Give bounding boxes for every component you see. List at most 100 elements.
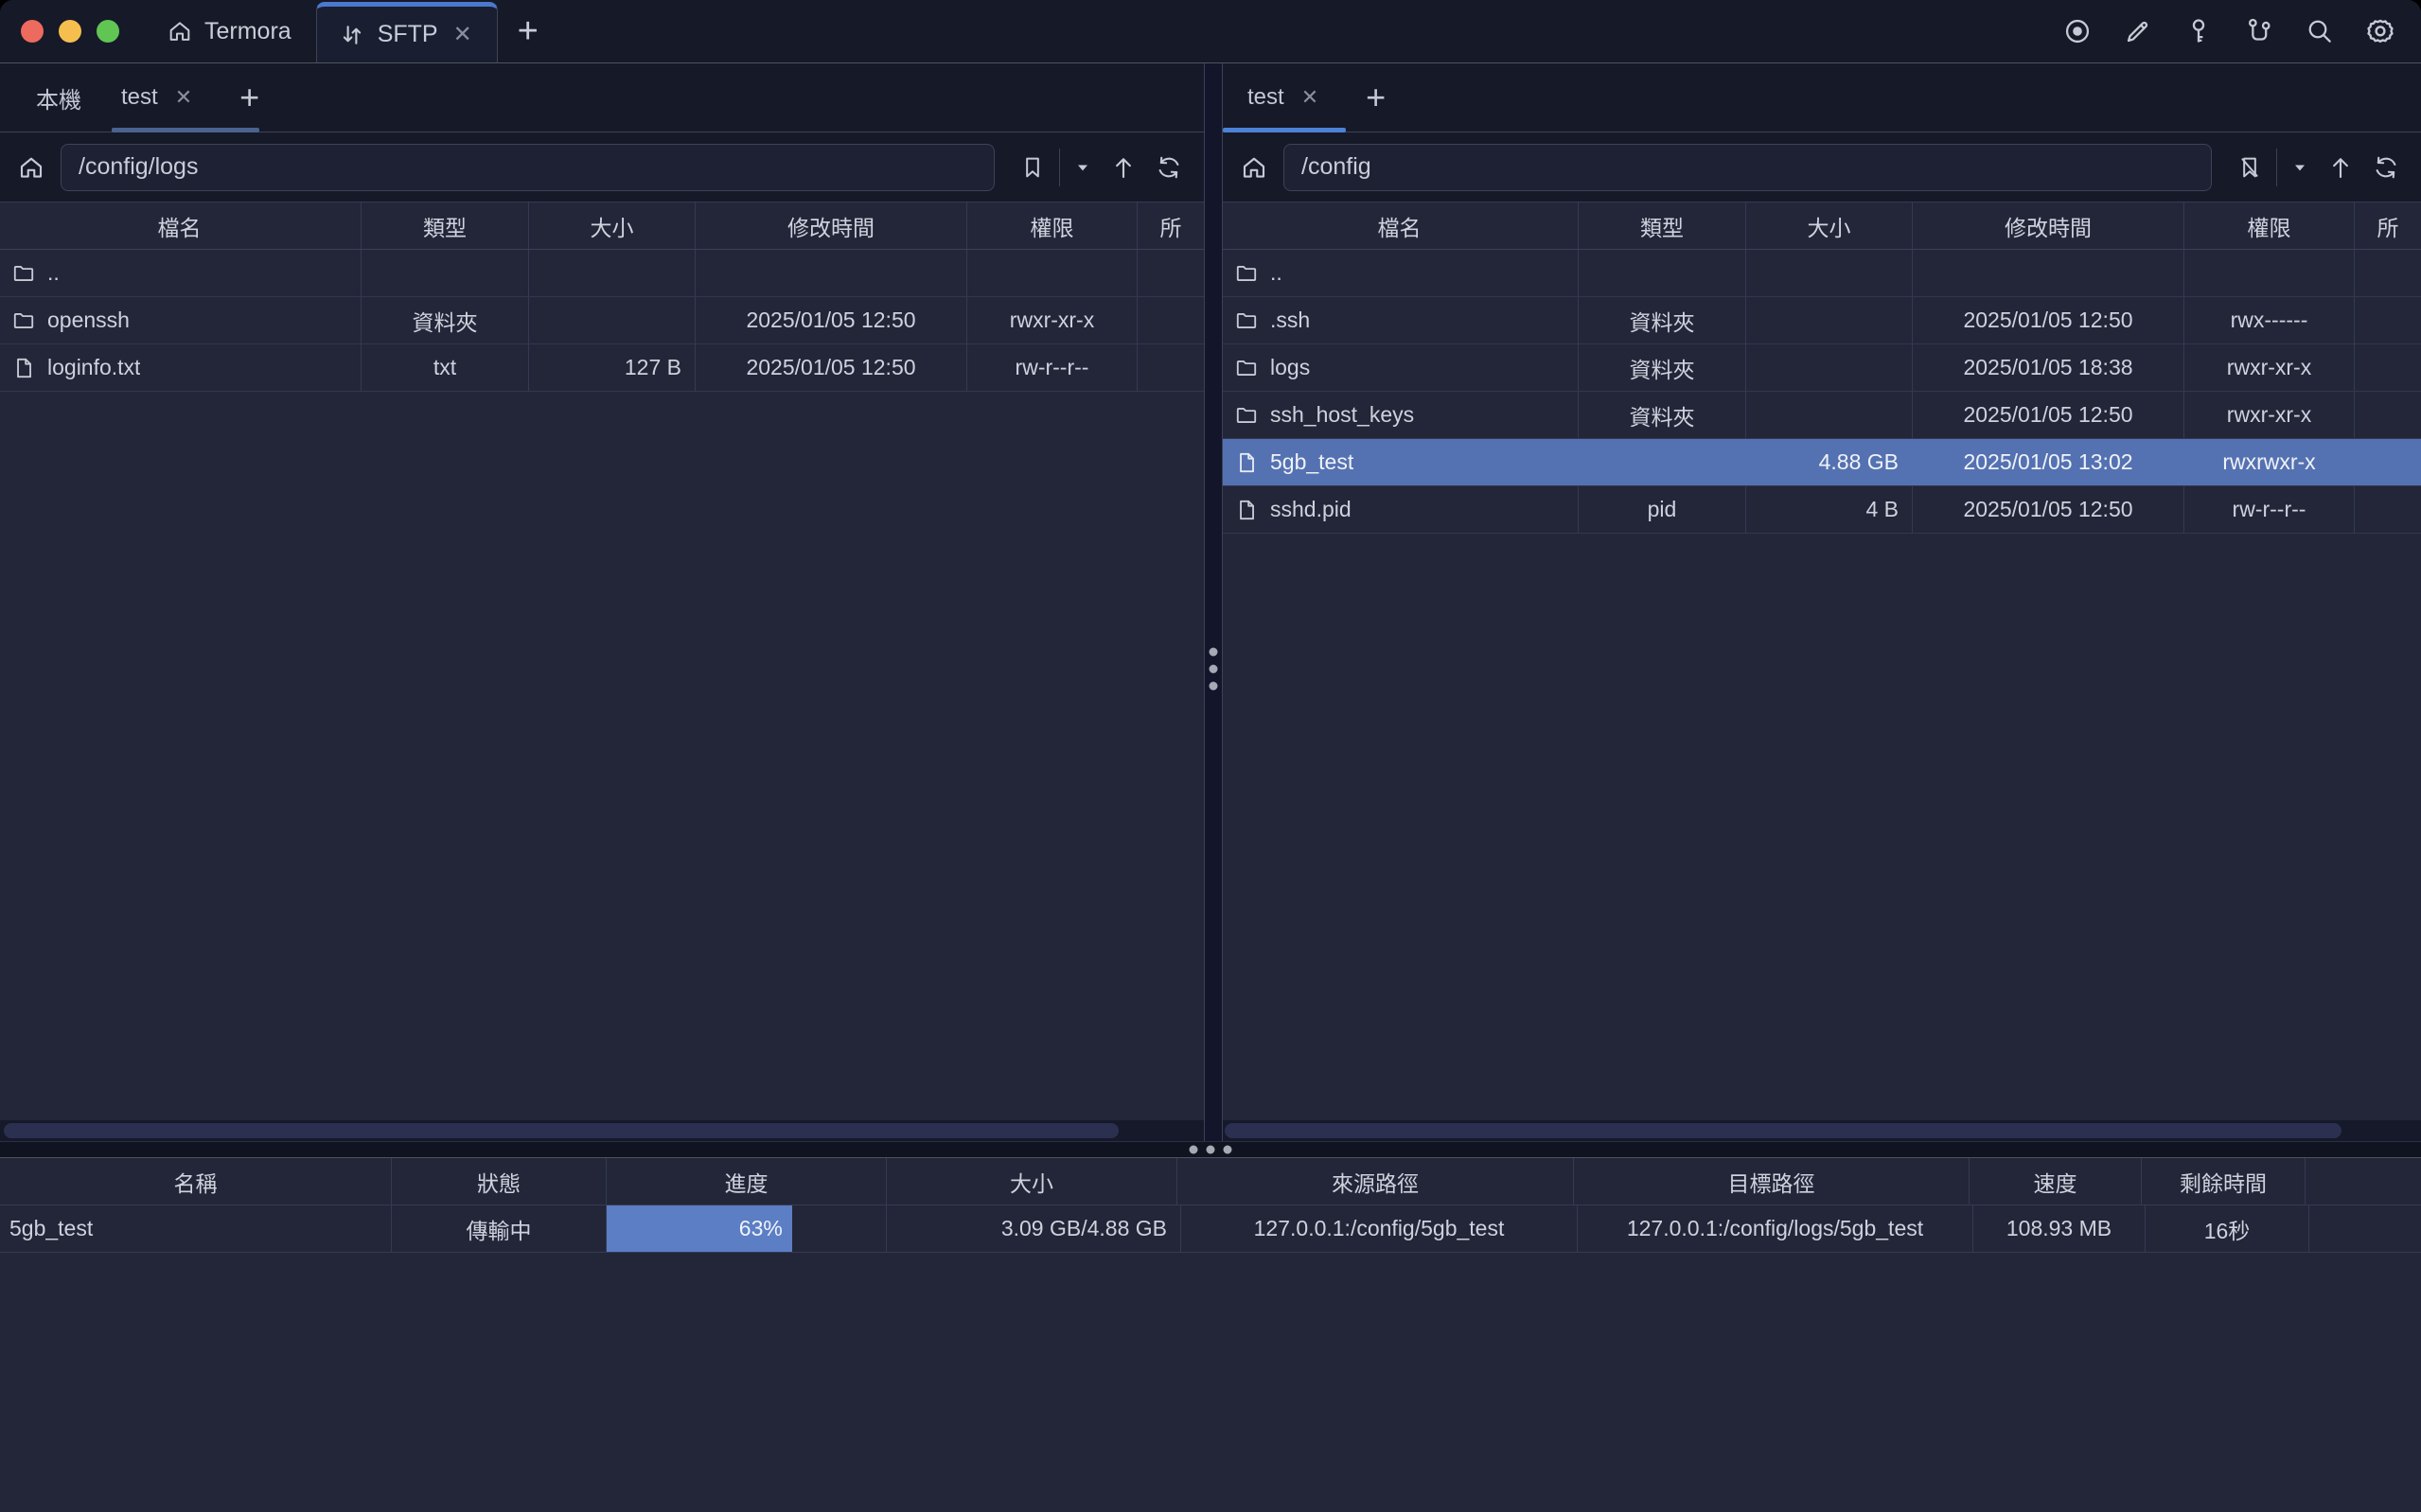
file-size-cell [1746,344,1913,391]
gear-icon[interactable] [2364,15,2396,47]
transfer-speed: 108.93 MB [1973,1205,2146,1252]
window-titlebar: Termora SFTP ✕ + [0,0,2421,63]
column-header-owner[interactable]: 所 [1138,202,1204,249]
file-row[interactable]: loginfo.txttxt127 B2025/01/05 12:50rw-r-… [0,344,1204,392]
local-pane: 本機 test ✕ + [0,63,1204,1141]
file-permissions-cell: rwxrwxr-x [2184,439,2355,485]
column-header-owner[interactable]: 所 [2355,202,2421,249]
transfer-source-path: 127.0.0.1:/config/5gb_test [1181,1205,1578,1252]
zoom-window-button[interactable] [97,20,119,43]
column-header-name[interactable]: 檔名 [0,202,362,249]
bookmark-icon[interactable] [1012,147,1053,188]
app-window: Termora SFTP ✕ + [0,0,2421,1512]
titlebar-actions [2061,0,2396,62]
chevron-down-icon[interactable] [1066,147,1100,188]
file-row[interactable]: .. [1223,250,2421,297]
file-row[interactable]: ssh_host_keys資料夾2025/01/05 12:50rwxr-xr-… [1223,392,2421,439]
column-header-size[interactable]: 大小 [1746,202,1913,249]
search-icon[interactable] [2304,15,2336,47]
column-header-permissions[interactable]: 權限 [967,202,1138,249]
tab-termora-home[interactable]: Termora [142,0,316,62]
remote-path-input[interactable] [1283,144,2212,191]
scrollbar-thumb[interactable] [4,1123,1119,1138]
column-header-status[interactable]: 狀態 [392,1158,607,1204]
sftp-split-view: 本機 test ✕ + [0,63,2421,1141]
pencil-icon[interactable] [2122,15,2154,47]
tab-test-right[interactable]: test ✕ [1247,83,1322,112]
traffic-lights [0,0,142,62]
arrow-up-icon[interactable] [2319,147,2362,188]
minimize-window-button[interactable] [59,20,81,43]
record-icon[interactable] [2061,15,2094,47]
transfer-empty-area [0,1253,2421,1512]
tab-sftp[interactable]: SFTP ✕ [316,2,498,62]
transfer-status: 傳輸中 [392,1205,607,1252]
home-icon[interactable] [9,146,53,189]
column-header-remaining-time[interactable]: 剩餘時間 [2142,1158,2306,1204]
column-header-size[interactable]: 大小 [529,202,696,249]
tab-label: test [121,84,158,111]
close-icon[interactable]: ✕ [171,83,196,112]
column-header-speed[interactable]: 速度 [1970,1158,2142,1204]
folder-icon [1234,261,1259,286]
file-row[interactable]: openssh資料夾2025/01/05 12:50rwxr-xr-x [0,297,1204,344]
file-type-cell [362,250,529,296]
vertical-splitter[interactable] [1204,63,1223,1141]
file-type-cell: 資料夾 [362,297,529,343]
bookmark-slash-icon[interactable] [2229,147,2271,188]
column-header-progress[interactable]: 進度 [607,1158,887,1204]
close-icon[interactable]: ✕ [450,19,476,50]
file-permissions-cell: rw-r--r-- [2184,486,2355,533]
new-pane-tab-button-right[interactable]: + [1366,78,1386,117]
splitter-grip-icon [1190,1146,1232,1154]
transfer-spacer [2309,1205,2421,1252]
home-icon [167,18,193,44]
column-header-target-path[interactable]: 目標路徑 [1574,1158,1970,1204]
file-row[interactable]: .. [0,250,1204,297]
file-type-cell: 資料夾 [1579,344,1746,391]
column-header-modified[interactable]: 修改時間 [1913,202,2184,249]
file-owner-cell [2355,344,2421,391]
refresh-icon[interactable] [1147,147,1191,188]
app-tab-label: Termora [204,18,292,45]
close-window-button[interactable] [21,20,44,43]
active-tab-underline [1223,128,1346,132]
column-header-modified[interactable]: 修改時間 [696,202,967,249]
column-header-transfer-size[interactable]: 大小 [887,1158,1177,1204]
column-header-transfer-name[interactable]: 名稱 [0,1158,392,1204]
refresh-icon[interactable] [2364,147,2408,188]
file-type-cell: txt [362,344,529,391]
new-pane-tab-button-left[interactable]: + [239,78,259,117]
transfer-row[interactable]: 5gb_test 傳輸中 63% 3.09 GB/4.88 GB 127.0.0… [0,1205,2421,1253]
arrow-up-icon[interactable] [1102,147,1145,188]
file-row[interactable]: 5gb_test4.88 GB2025/01/05 13:02rwxrwxr-x [1223,439,2421,486]
file-row[interactable]: sshd.pidpid4 B2025/01/05 12:50rw-r--r-- [1223,486,2421,534]
file-modified-cell [696,250,967,296]
column-header-permissions[interactable]: 權限 [2184,202,2355,249]
column-header-type[interactable]: 類型 [1579,202,1746,249]
keychain-icon[interactable] [2243,15,2275,47]
remote-file-rows: ...ssh資料夾2025/01/05 12:50rwx------logs資料… [1223,250,2421,534]
file-permissions-cell: rwx------ [2184,297,2355,343]
file-size-cell: 4.88 GB [1746,439,1913,485]
file-table-header: 檔名 類型 大小 修改時間 權限 所 [0,202,1204,250]
tab-local-machine[interactable]: 本機 [36,81,81,114]
new-window-tab-button[interactable]: + [498,0,558,62]
file-type-cell: pid [1579,486,1746,533]
file-row[interactable]: .ssh資料夾2025/01/05 12:50rwx------ [1223,297,2421,344]
column-header-name[interactable]: 檔名 [1223,202,1579,249]
close-icon[interactable]: ✕ [1298,83,1322,112]
home-icon[interactable] [1232,146,1276,189]
file-size-cell [529,250,696,296]
scrollbar-thumb[interactable] [1225,1123,2341,1138]
column-header-type[interactable]: 類型 [362,202,529,249]
horizontal-splitter[interactable] [0,1141,2421,1157]
file-size-cell [1746,297,1913,343]
column-header-source-path[interactable]: 來源路徑 [1177,1158,1574,1204]
local-path-input[interactable] [61,144,995,191]
file-owner-cell [1138,297,1204,343]
file-row[interactable]: logs資料夾2025/01/05 18:38rwxr-xr-x [1223,344,2421,392]
chevron-down-icon[interactable] [2283,147,2317,188]
key-icon[interactable] [2182,15,2215,47]
tab-test-left[interactable]: test ✕ [121,83,196,112]
